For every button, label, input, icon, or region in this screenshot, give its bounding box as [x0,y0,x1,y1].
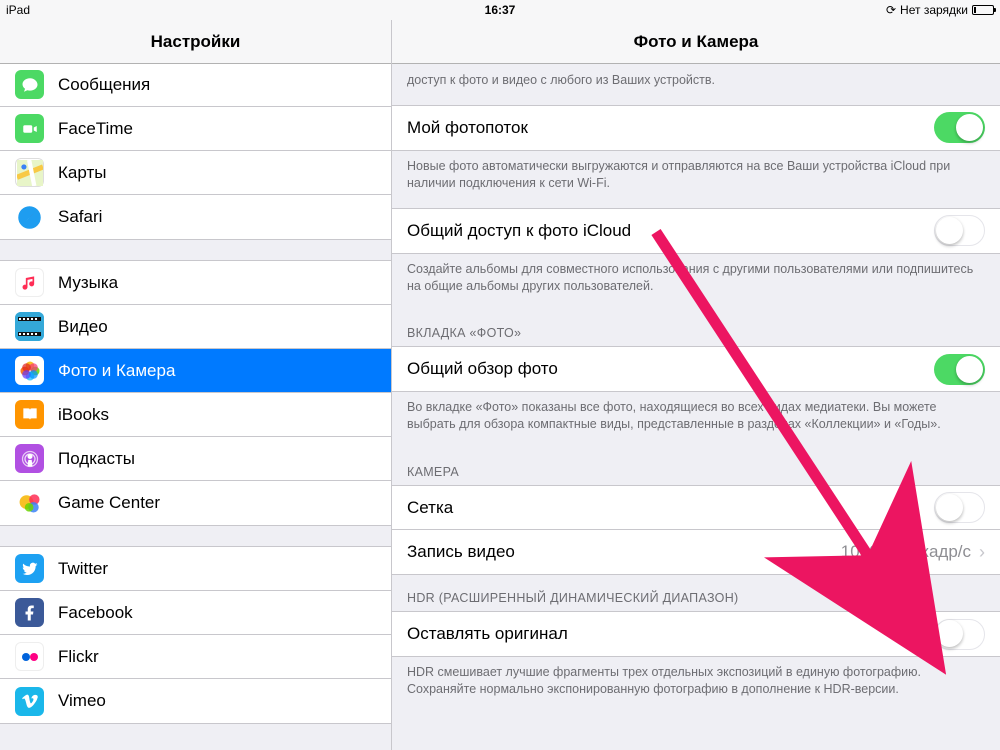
detail-pane: Фото и Камера доступ к фото и видео с лю… [392,20,1000,750]
settings-sidebar: Настройки Сообщения FaceTime Карты Safar [0,20,392,750]
sidebar-item-label: Flickr [58,647,376,667]
sidebar-item-label: Safari [58,207,376,227]
sidebar-item-maps[interactable]: Карты [0,151,391,195]
sidebar-item-label: Сообщения [58,75,376,95]
sidebar-list[interactable]: Сообщения FaceTime Карты Safari [0,64,391,750]
hdr-footer: HDR смешивает лучшие фрагменты трех отде… [392,657,1000,714]
sidebar-item-label: Подкасты [58,449,376,469]
chevron-right-icon: › [979,542,985,563]
status-right: ⟳ Нет зарядки [886,3,994,17]
detail-title: Фото и Камера [392,20,1000,64]
status-charging-text: Нет зарядки [900,3,968,17]
facebook-icon [15,598,44,627]
sidebar-item-vimeo[interactable]: Vimeo [0,679,391,723]
row-label: Общий доступ к фото iCloud [407,221,934,241]
music-icon [15,268,44,297]
toggle-keep-original[interactable] [934,619,985,650]
flickr-icon [15,642,44,671]
sidebar-item-gamecenter[interactable]: Game Center [0,481,391,525]
sync-icon: ⟳ [886,3,896,17]
photos-icon [15,356,44,385]
vimeo-icon [15,687,44,716]
sidebar-title: Настройки [0,20,391,64]
row-keep-original[interactable]: Оставлять оригинал [392,612,1000,656]
summary-footer: Во вкладке «Фото» показаны все фото, нах… [392,392,1000,449]
sidebar-item-label: FaceTime [58,119,376,139]
status-device: iPad [6,3,30,17]
section-header-photo-tab: ВКЛАДКА «ФОТО» [392,310,1000,346]
sidebar-item-photos[interactable]: Фото и Камера [0,349,391,393]
video-icon [15,312,44,341]
row-icloud-sharing[interactable]: Общий доступ к фото iCloud [392,209,1000,253]
status-bar: iPad 16:37 ⟳ Нет зарядки [0,0,1000,20]
section-header-hdr: HDR (РАСШИРЕННЫЙ ДИНАМИЧЕСКИЙ ДИАПАЗОН) [392,575,1000,611]
row-photostream[interactable]: Мой фотопоток [392,106,1000,150]
row-photo-summary[interactable]: Общий обзор фото [392,347,1000,391]
row-label: Оставлять оригинал [407,624,934,644]
row-label: Мой фотопоток [407,118,934,138]
sidebar-item-label: Vimeo [58,691,376,711]
sidebar-item-safari[interactable]: Safari [0,195,391,239]
sidebar-item-podcasts[interactable]: Подкасты [0,437,391,481]
sidebar-item-label: Видео [58,317,376,337]
sidebar-item-messages[interactable]: Сообщения [0,64,391,107]
photostream-footer: Новые фото автоматически выгружаются и о… [392,151,1000,208]
messages-icon [15,70,44,99]
sidebar-item-label: Game Center [58,493,376,513]
sidebar-item-label: Музыка [58,273,376,293]
sidebar-item-video[interactable]: Видео [0,305,391,349]
row-grid[interactable]: Сетка [392,486,1000,530]
maps-icon [15,158,44,187]
row-value: 1080p, 30 кадр/с [841,542,971,562]
section-header-camera: КАМЕРА [392,449,1000,485]
toggle-photostream[interactable] [934,112,985,143]
detail-scroll[interactable]: доступ к фото и видео с любого из Ваших … [392,64,1000,750]
ibooks-icon [15,400,44,429]
podcasts-icon [15,444,44,473]
toggle-photo-summary[interactable] [934,354,985,385]
battery-icon [972,5,994,15]
icloud-library-footer: доступ к фото и видео с любого из Ваших … [392,64,1000,105]
sidebar-item-facebook[interactable]: Facebook [0,591,391,635]
sidebar-item-ibooks[interactable]: iBooks [0,393,391,437]
row-record-video[interactable]: Запись видео 1080p, 30 кадр/с › [392,530,1000,574]
sidebar-item-facetime[interactable]: FaceTime [0,107,391,151]
sidebar-item-flickr[interactable]: Flickr [0,635,391,679]
sidebar-item-label: iBooks [58,405,376,425]
sidebar-item-label: Карты [58,163,376,183]
sidebar-item-label: Facebook [58,603,376,623]
row-label: Общий обзор фото [407,359,934,379]
sidebar-item-label: Twitter [58,559,376,579]
toggle-grid[interactable] [934,492,985,523]
toggle-icloud-sharing[interactable] [934,215,985,246]
sidebar-item-label: Фото и Камера [58,361,376,381]
row-label: Сетка [407,498,934,518]
twitter-icon [15,554,44,583]
sidebar-item-twitter[interactable]: Twitter [0,547,391,591]
sharing-footer: Создайте альбомы для совместного использ… [392,254,1000,311]
safari-icon [15,203,44,232]
facetime-icon [15,114,44,143]
row-label: Запись видео [407,542,841,562]
status-time: 16:37 [485,3,516,17]
sidebar-item-music[interactable]: Музыка [0,261,391,305]
gamecenter-icon [15,489,44,518]
